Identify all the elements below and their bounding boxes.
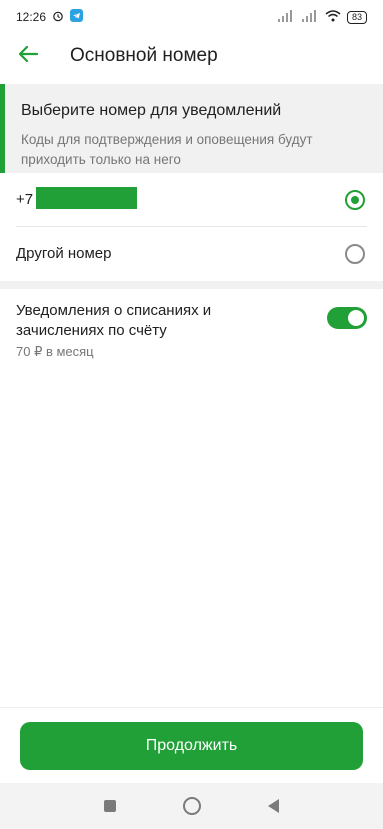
other-number-option[interactable]: Другой номер bbox=[0, 227, 383, 281]
system-nav-bar bbox=[0, 783, 383, 829]
back-triangle-icon[interactable] bbox=[268, 799, 280, 813]
phone-option[interactable]: +7 bbox=[0, 173, 383, 227]
wifi-icon bbox=[325, 9, 341, 25]
battery-indicator: 83 bbox=[346, 10, 367, 24]
notifications-toggle[interactable] bbox=[327, 307, 367, 329]
telegram-icon bbox=[70, 9, 84, 25]
alarm-icon bbox=[52, 10, 64, 25]
status-left: 12:26 bbox=[16, 9, 84, 25]
info-title: Выберите номер для уведомлений bbox=[21, 102, 282, 119]
page-title: Основной номер bbox=[70, 45, 218, 66]
footer-divider bbox=[0, 707, 383, 708]
status-right: 83 bbox=[277, 9, 367, 25]
phone-radio[interactable] bbox=[345, 190, 365, 210]
status-time: 12:26 bbox=[16, 10, 47, 24]
status-bar: 12:26 83 bbox=[0, 0, 383, 34]
other-number-label: Другой номер bbox=[16, 245, 112, 262]
info-text: Коды для подтверждения и оповещения буду… bbox=[21, 132, 313, 167]
arrow-left-icon bbox=[18, 45, 39, 68]
notifications-row: Уведомления о списаниях и зачислениях по… bbox=[0, 289, 383, 369]
signal-icon bbox=[277, 9, 295, 25]
notifications-title: Уведомления о списаниях и зачислениях по… bbox=[16, 302, 212, 339]
recents-icon[interactable] bbox=[103, 800, 116, 812]
continue-button[interactable]: Продолжить bbox=[20, 722, 363, 770]
back-button[interactable] bbox=[14, 42, 42, 70]
notifications-price: 70 ₽ в месяц bbox=[16, 344, 94, 359]
info-block: Выберите номер для уведомлений Коды для … bbox=[0, 84, 383, 173]
phone-number-redacted bbox=[36, 187, 137, 209]
signal-icon-2 bbox=[301, 9, 319, 25]
home-icon[interactable] bbox=[182, 797, 201, 815]
phone-prefix: +7 bbox=[16, 191, 34, 208]
app-bar: Основной номер bbox=[0, 34, 383, 79]
other-number-radio[interactable] bbox=[345, 244, 365, 264]
section-separator bbox=[0, 281, 383, 289]
